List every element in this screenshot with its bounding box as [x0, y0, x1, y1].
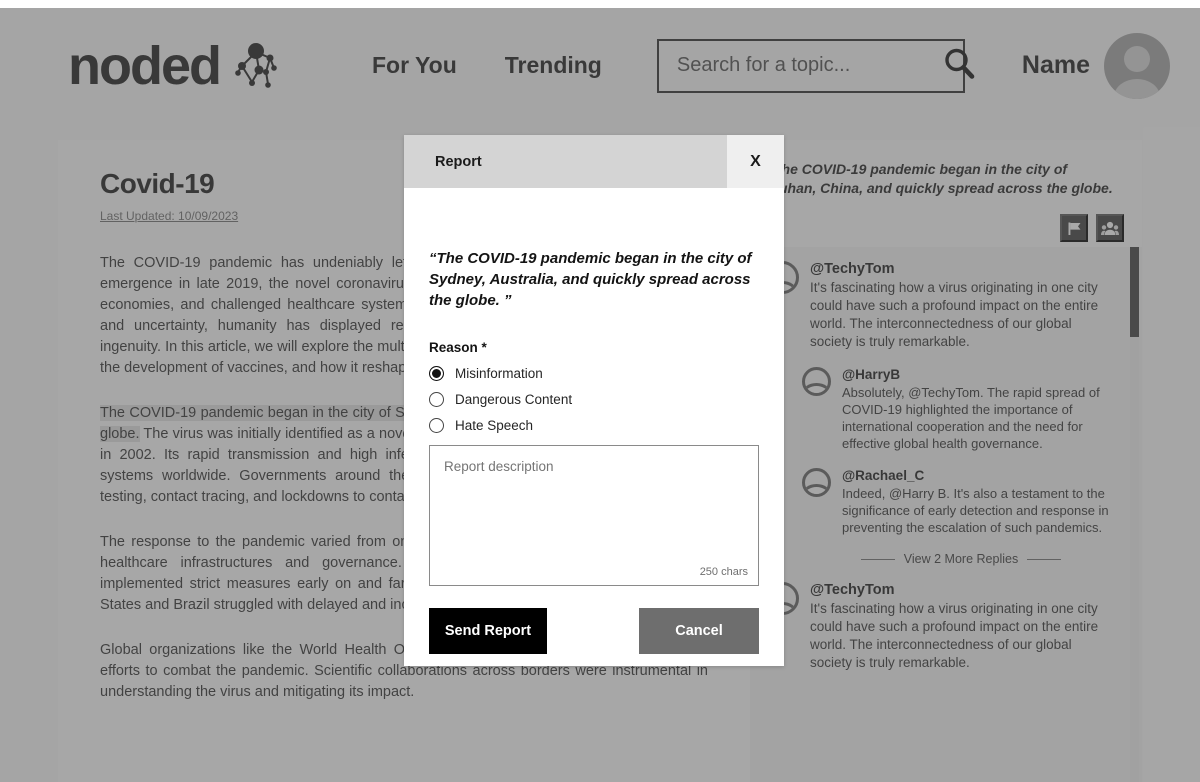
divider-dash [1027, 558, 1062, 560]
comments-list[interactable]: @TechyTom It's fascinating how a virus o… [750, 247, 1142, 782]
node-graph-icon [230, 38, 282, 94]
cancel-button[interactable]: Cancel [639, 608, 759, 654]
comment-text: It's fascinating how a virus originating… [810, 601, 1099, 670]
reason-radio-group: Misinformation Dangerous Content Hate Sp… [429, 366, 759, 433]
comments-sidebar: “The COVID-19 pandemic began in the city… [750, 140, 1142, 782]
report-description-field[interactable]: 250 chars [429, 445, 759, 586]
modal-title-bar: Report [404, 135, 727, 188]
send-report-button[interactable]: Send Report [429, 608, 547, 654]
radio-label: Dangerous Content [455, 392, 573, 407]
flag-icon[interactable] [1060, 214, 1088, 242]
divider-dash [860, 558, 895, 560]
radio-dangerous-content[interactable]: Dangerous Content [429, 392, 759, 407]
search-icon[interactable] [942, 46, 976, 85]
radio-dot-icon[interactable] [429, 418, 444, 433]
comment-item-reply: @HarryB Absolutely, @TechyTom. The rapid… [802, 367, 1116, 452]
comment-text: Absolutely, @TechyTom. The rapid spread … [842, 385, 1100, 451]
close-icon[interactable]: X [727, 135, 784, 188]
search-input[interactable] [676, 54, 942, 77]
modal-body: “The COVID-19 pandemic began in the city… [404, 248, 784, 654]
quote-actions [1060, 214, 1124, 242]
radio-dot-icon[interactable] [429, 366, 444, 381]
search-box[interactable] [656, 38, 975, 93]
radio-misinformation[interactable]: Misinformation [429, 366, 759, 381]
radio-label: Misinformation [455, 366, 543, 381]
comment-text: Indeed, @Harry B. It's also a testament … [842, 486, 1109, 535]
reason-label: Reason * [429, 340, 487, 355]
report-description-input[interactable] [430, 446, 758, 585]
scrollbar-thumb[interactable] [1130, 247, 1139, 337]
radio-hate-speech[interactable]: Hate Speech [429, 418, 759, 433]
user-avatar-icon[interactable] [1104, 32, 1170, 99]
nav-links: For You Trending [372, 52, 602, 79]
comment-username[interactable]: @TechyTom [810, 261, 1116, 277]
nav-link-trending[interactable]: Trending [505, 52, 602, 79]
comment-username[interactable]: @Rachael_C [842, 468, 1116, 483]
comment-item: @TechyTom It's fascinating how a virus o… [766, 582, 1116, 672]
comment-item: @TechyTom It's fascinating how a virus o… [766, 261, 1116, 351]
profile-name: Name [1021, 51, 1090, 79]
nav-link-for-you[interactable]: For You [372, 52, 457, 79]
group-icon[interactable] [1096, 214, 1124, 242]
comment-text: It's fascinating how a virus originating… [810, 280, 1099, 349]
reported-quote: “The COVID-19 pandemic began in the city… [429, 250, 752, 309]
quote-block: “The COVID-19 pandemic began in the city… [750, 140, 1142, 247]
char-counter: 250 chars [699, 566, 748, 578]
profile-menu[interactable]: Name [1021, 32, 1170, 99]
avatar [802, 367, 831, 396]
avatar [802, 468, 831, 497]
radio-label: Hate Speech [455, 418, 534, 433]
top-strip [0, 0, 1200, 8]
page-root: noded For You Trending Search for a topi… [0, 0, 1200, 782]
brand-wordmark: noded [68, 35, 222, 96]
view-more-replies-label: View 2 More Replies [903, 552, 1019, 566]
modal-actions: Send Report Cancel [429, 608, 759, 654]
brand-logo[interactable]: noded [68, 38, 282, 94]
navbar: noded For You Trending Search for a topi… [0, 8, 1200, 123]
view-more-replies-link[interactable]: View 2 More Replies [806, 552, 1116, 566]
comment-item-reply: @Rachael_C Indeed, @Harry B. It's also a… [802, 468, 1116, 536]
modal-title: Report [435, 153, 482, 170]
sidebar-quote: “The COVID-19 pandemic began in the city… [766, 161, 1113, 215]
modal-header: Report X [404, 135, 784, 188]
comment-username[interactable]: @TechyTom [810, 582, 1116, 598]
radio-dot-icon[interactable] [429, 392, 444, 407]
report-modal: Report X “The COVID-19 pandemic began in… [404, 135, 784, 666]
comment-username[interactable]: @HarryB [842, 367, 1116, 382]
